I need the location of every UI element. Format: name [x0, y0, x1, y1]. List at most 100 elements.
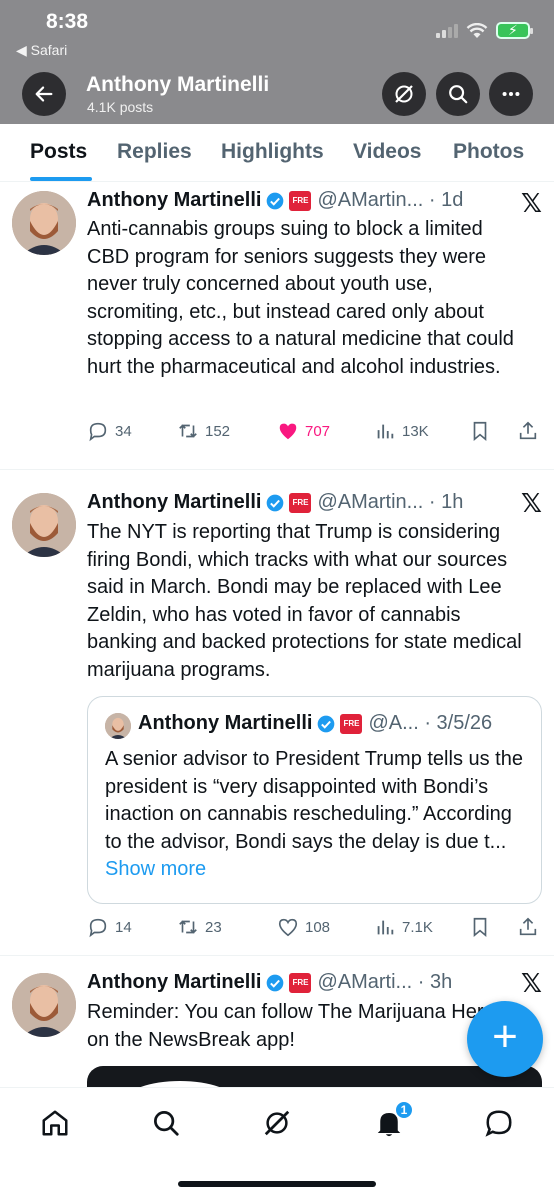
share-button[interactable] [517, 916, 539, 938]
active-tab-indicator [30, 177, 92, 181]
post-item[interactable]: Anthony Martinelli FRE @AMartin... · 1d … [0, 182, 554, 470]
like-icon [278, 918, 298, 937]
author-name[interactable]: Anthony Martinelli [87, 491, 261, 514]
repost-count: 23 [205, 918, 222, 936]
views-button[interactable]: 7.1K [374, 916, 433, 938]
post-header: Anthony Martinelli FRE @AMarti... · 3h [87, 971, 452, 994]
view-count: 13K [402, 422, 429, 440]
avatar[interactable] [12, 493, 76, 557]
search-icon [154, 1111, 179, 1136]
avatar[interactable] [12, 191, 76, 255]
share-button[interactable] [517, 420, 539, 442]
plus-icon: + [492, 1012, 518, 1061]
repost-icon [179, 920, 197, 934]
verified-icon [267, 192, 284, 209]
search-button[interactable] [436, 72, 480, 116]
profile-name: Anthony Martinelli [86, 73, 270, 96]
x-logo-icon: 𝕏 [521, 968, 542, 998]
back-arrow-icon [35, 86, 53, 102]
x-logo-icon: 𝕏 [521, 188, 542, 218]
nav-messages[interactable] [482, 1106, 516, 1140]
quote-body: A senior advisor to President Trump tell… [105, 748, 523, 853]
posts-count: 4.1K posts [87, 99, 154, 115]
back-to-safari-link[interactable]: ◀ Safari [16, 42, 67, 59]
post-actions: 14 23 108 7.1K [87, 916, 542, 942]
home-icon [42, 1110, 68, 1136]
org-badge-icon: FRE [340, 713, 363, 734]
post-header: Anthony Martinelli FRE @AMartin... · 1d [87, 189, 463, 212]
author-name[interactable]: Anthony Martinelli [87, 971, 261, 994]
compose-button[interactable]: + [467, 1001, 543, 1077]
bookmark-icon [473, 917, 487, 938]
org-badge-icon: FRE [289, 972, 312, 993]
handle-time: @AMarti... · 3h [317, 971, 453, 993]
bookmark-button[interactable] [469, 916, 491, 938]
share-icon [519, 421, 537, 440]
reply-icon [89, 918, 107, 938]
repost-button[interactable]: 152 [177, 420, 230, 442]
repost-button[interactable]: 23 [177, 916, 222, 938]
verified-icon [318, 715, 335, 732]
views-icon [377, 424, 394, 439]
post-item[interactable]: Anthony Martinelli FRE @AMartin... · 1h … [0, 470, 554, 956]
quoted-post[interactable]: Anthony Martinelli FRE @A... · 3/5/26 A … [87, 696, 542, 904]
wifi-icon [466, 22, 488, 38]
nav-notifications[interactable]: 1 [372, 1100, 414, 1140]
quote-author-name: Anthony Martinelli [138, 712, 313, 734]
status-icons: ⚡ [436, 22, 533, 39]
profile-tabs: Posts Replies Highlights Videos Photos [0, 124, 554, 182]
notification-badge: 1 [394, 1100, 414, 1120]
like-button[interactable]: 108 [277, 916, 330, 938]
repost-count: 152 [205, 422, 231, 440]
verified-icon [267, 494, 284, 511]
share-icon [519, 917, 537, 936]
post-actions: 34 152 707 13K [87, 420, 542, 446]
battery-icon: ⚡ [496, 22, 533, 39]
grok-icon [395, 85, 413, 103]
post-text: The NYT is reporting that Trump is consi… [87, 521, 522, 681]
tab-videos[interactable]: Videos [353, 140, 421, 164]
tab-highlights[interactable]: Highlights [221, 140, 324, 164]
nav-home[interactable] [38, 1106, 72, 1140]
post-header: Anthony Martinelli FRE @AMartin... · 1h [87, 491, 463, 514]
reply-count: 34 [115, 422, 132, 440]
tab-replies[interactable]: Replies [117, 140, 192, 164]
handle-time: @AMartin... · 1d [317, 189, 464, 211]
views-button[interactable]: 13K [374, 420, 429, 442]
profile-header: 8:38 ◀ Safari ⚡ Anthony Martinelli 4.1K … [0, 0, 554, 124]
messages-icon [485, 1110, 512, 1137]
reply-button[interactable]: 34 [87, 420, 132, 442]
quote-handle-time: @A... · 3/5/26 [368, 712, 493, 734]
tab-posts[interactable]: Posts [30, 140, 87, 164]
nav-grok[interactable] [260, 1106, 294, 1140]
tab-photos[interactable]: Photos [453, 140, 524, 164]
reply-count: 14 [115, 918, 132, 936]
show-more-link[interactable]: Show more [105, 858, 206, 880]
repost-icon [179, 424, 197, 438]
like-count: 707 [305, 422, 331, 440]
like-icon [279, 423, 297, 440]
views-icon [377, 920, 394, 935]
quote-header: Anthony Martinelli FRE @A... · 3/5/26 [138, 712, 492, 735]
grok-button[interactable] [382, 72, 426, 116]
like-button[interactable]: 707 [277, 420, 330, 442]
nav-search[interactable] [149, 1106, 183, 1140]
handle-time: @AMartin... · 1h [317, 491, 464, 513]
quote-text: A senior advisor to President Trump tell… [105, 746, 530, 884]
back-button[interactable] [22, 72, 66, 116]
grok-icon [264, 1110, 290, 1136]
like-count: 108 [305, 918, 331, 936]
post-text: Anti-cannabis groups suing to block a li… [87, 218, 514, 378]
org-badge-icon: FRE [289, 190, 312, 211]
more-button[interactable] [489, 72, 533, 116]
search-icon [449, 85, 468, 104]
bookmark-button[interactable] [469, 420, 491, 442]
verified-icon [267, 974, 284, 991]
author-name[interactable]: Anthony Martinelli [87, 189, 261, 212]
reply-button[interactable]: 14 [87, 916, 132, 938]
view-count: 7.1K [402, 918, 433, 936]
x-logo-icon: 𝕏 [521, 488, 542, 518]
more-icon [502, 91, 520, 97]
avatar[interactable] [12, 973, 76, 1037]
bookmark-icon [473, 421, 487, 442]
